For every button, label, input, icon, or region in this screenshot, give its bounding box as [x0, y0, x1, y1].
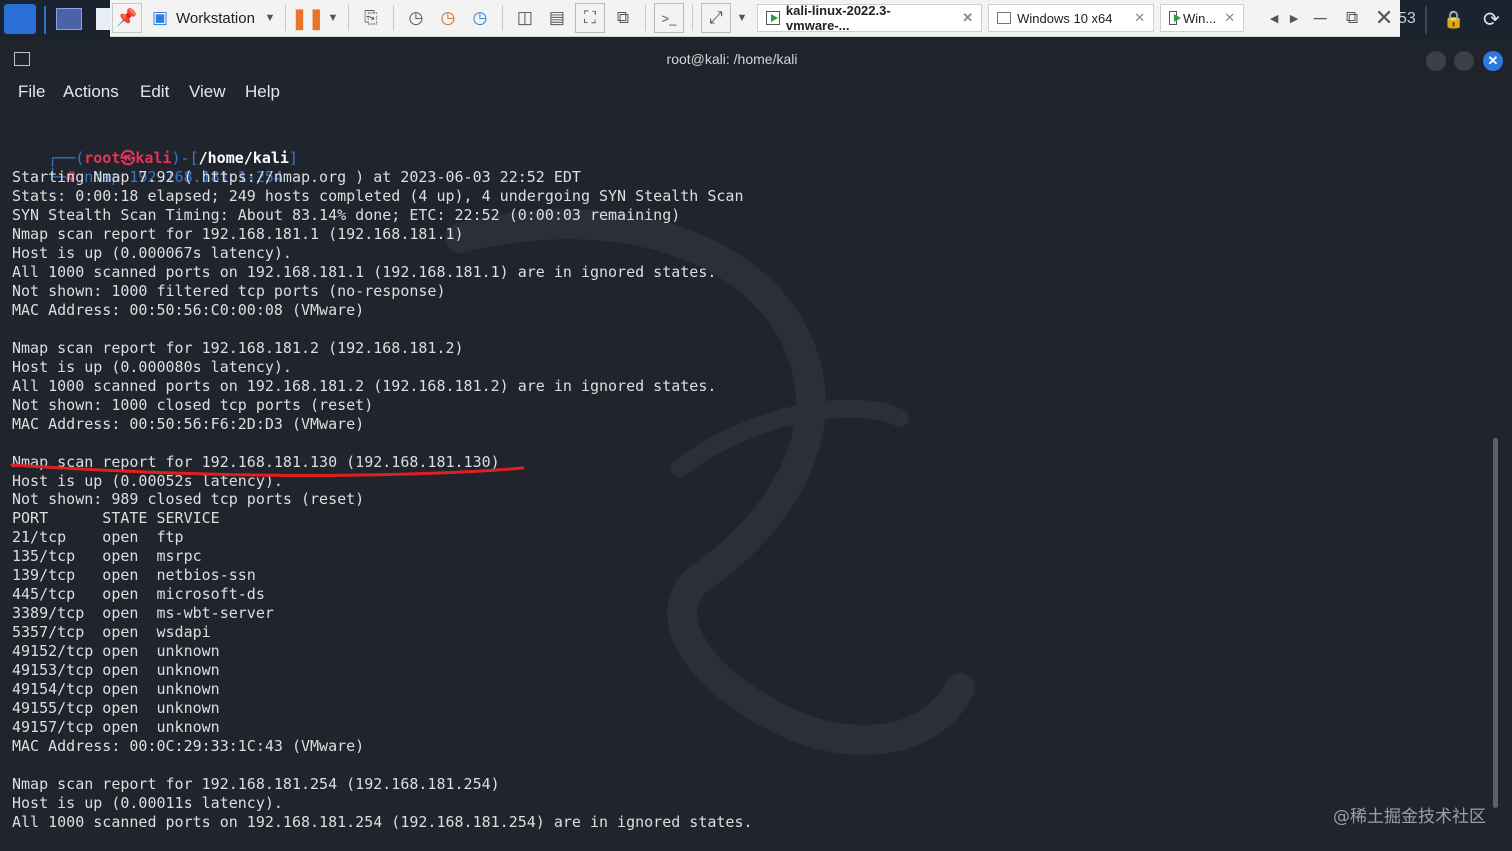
terminal-titlebar: root@kali: /home/kali ✕: [0, 40, 1512, 78]
send-keys-icon[interactable]: ⎘: [357, 4, 385, 32]
snapshot-manager-icon[interactable]: ◷: [466, 4, 494, 32]
close-button[interactable]: ✕: [1483, 51, 1503, 71]
terminal-output[interactable]: ┌──(root㉿kali)-[/home/kali] └─# nmap 192…: [0, 108, 1512, 851]
tab-label: Windows 10 x64: [1017, 10, 1113, 26]
pin-icon[interactable]: 📌: [112, 3, 142, 33]
vm-icon: [997, 12, 1012, 24]
vmware-logo-icon[interactable]: [4, 4, 36, 34]
tab-windows-10[interactable]: Windows 10 x64 ✕: [988, 4, 1155, 32]
thumbnail-bar-icon[interactable]: ▤: [543, 4, 571, 32]
chevron-down-icon[interactable]: ▼: [326, 4, 340, 32]
separator: [44, 6, 46, 34]
menu-actions[interactable]: Actions: [63, 82, 119, 102]
menu-bar: File Actions Edit View Help: [0, 78, 1512, 108]
chevron-down-icon[interactable]: ▼: [735, 4, 749, 32]
vm-toolbar: 📌 ▣ Workstation ▼ ❚❚ ▼ ⎘ ◷ ◷ ◷ ◫ ▤ ⛶ ⧉ >…: [110, 0, 1400, 37]
menu-help[interactable]: Help: [245, 82, 280, 102]
minimize-icon[interactable]: ─: [1306, 4, 1334, 32]
close-icon[interactable]: ✕: [1134, 10, 1145, 26]
separator: [691, 5, 693, 31]
lock-icon[interactable]: 🔒: [1443, 10, 1464, 30]
tab-label: kali-linux-2022.3-vmware-...: [785, 3, 891, 33]
menu-file[interactable]: File: [18, 82, 45, 102]
separator: [347, 5, 349, 31]
workstation-icon: ▣: [151, 8, 169, 27]
app-name[interactable]: Workstation: [176, 10, 255, 27]
tab-scroll-left-icon[interactable]: ◀: [1266, 4, 1282, 32]
close-icon[interactable]: ✕: [1370, 4, 1398, 32]
tab-kali[interactable]: kali-linux-2022.3-vmware-... ✕: [756, 3, 983, 33]
menu-view[interactable]: View: [189, 82, 226, 102]
vm-running-icon: [1169, 11, 1181, 25]
chevron-down-icon[interactable]: ▼: [263, 4, 277, 32]
close-icon[interactable]: ✕: [1224, 10, 1235, 26]
separator: [392, 5, 394, 31]
tab-win[interactable]: Win... ✕: [1160, 4, 1245, 32]
separator: [501, 5, 503, 31]
menu-edit[interactable]: Edit: [140, 82, 169, 102]
fullscreen-icon[interactable]: ⛶: [574, 3, 605, 33]
restore-icon[interactable]: ⧉: [1338, 4, 1366, 32]
stretch-icon[interactable]: ⤢: [700, 3, 731, 33]
watermark-text: @稀土掘金技术社区: [1333, 807, 1486, 827]
files-icon[interactable]: [96, 8, 110, 30]
unity-icon[interactable]: ⧉: [609, 4, 637, 32]
separator: [644, 5, 646, 31]
pause-icon[interactable]: ❚❚: [291, 4, 325, 32]
tab-scroll-right-icon[interactable]: ▶: [1286, 4, 1302, 32]
desktop-icon[interactable]: [56, 8, 82, 30]
separator: [1425, 6, 1427, 34]
snapshot-icon[interactable]: ◷: [402, 4, 430, 32]
terminal-scrollbar[interactable]: [1493, 438, 1498, 808]
maximize-button[interactable]: [1454, 51, 1474, 71]
minimize-button[interactable]: [1426, 51, 1446, 71]
red-underline-annotation: [10, 463, 525, 477]
sidebar-toggle-icon[interactable]: ◫: [511, 4, 539, 32]
revert-snapshot-icon[interactable]: ◷: [434, 4, 462, 32]
vm-running-icon: [765, 11, 780, 25]
close-icon[interactable]: ✕: [962, 10, 973, 26]
refresh-icon[interactable]: ⟳: [1483, 7, 1500, 32]
separator: [284, 5, 286, 31]
partial-text: 53: [1398, 10, 1416, 27]
window-title: root@kali: /home/kali: [666, 51, 798, 67]
tab-label: Win...: [1182, 10, 1217, 26]
console-icon[interactable]: >_: [653, 3, 684, 33]
